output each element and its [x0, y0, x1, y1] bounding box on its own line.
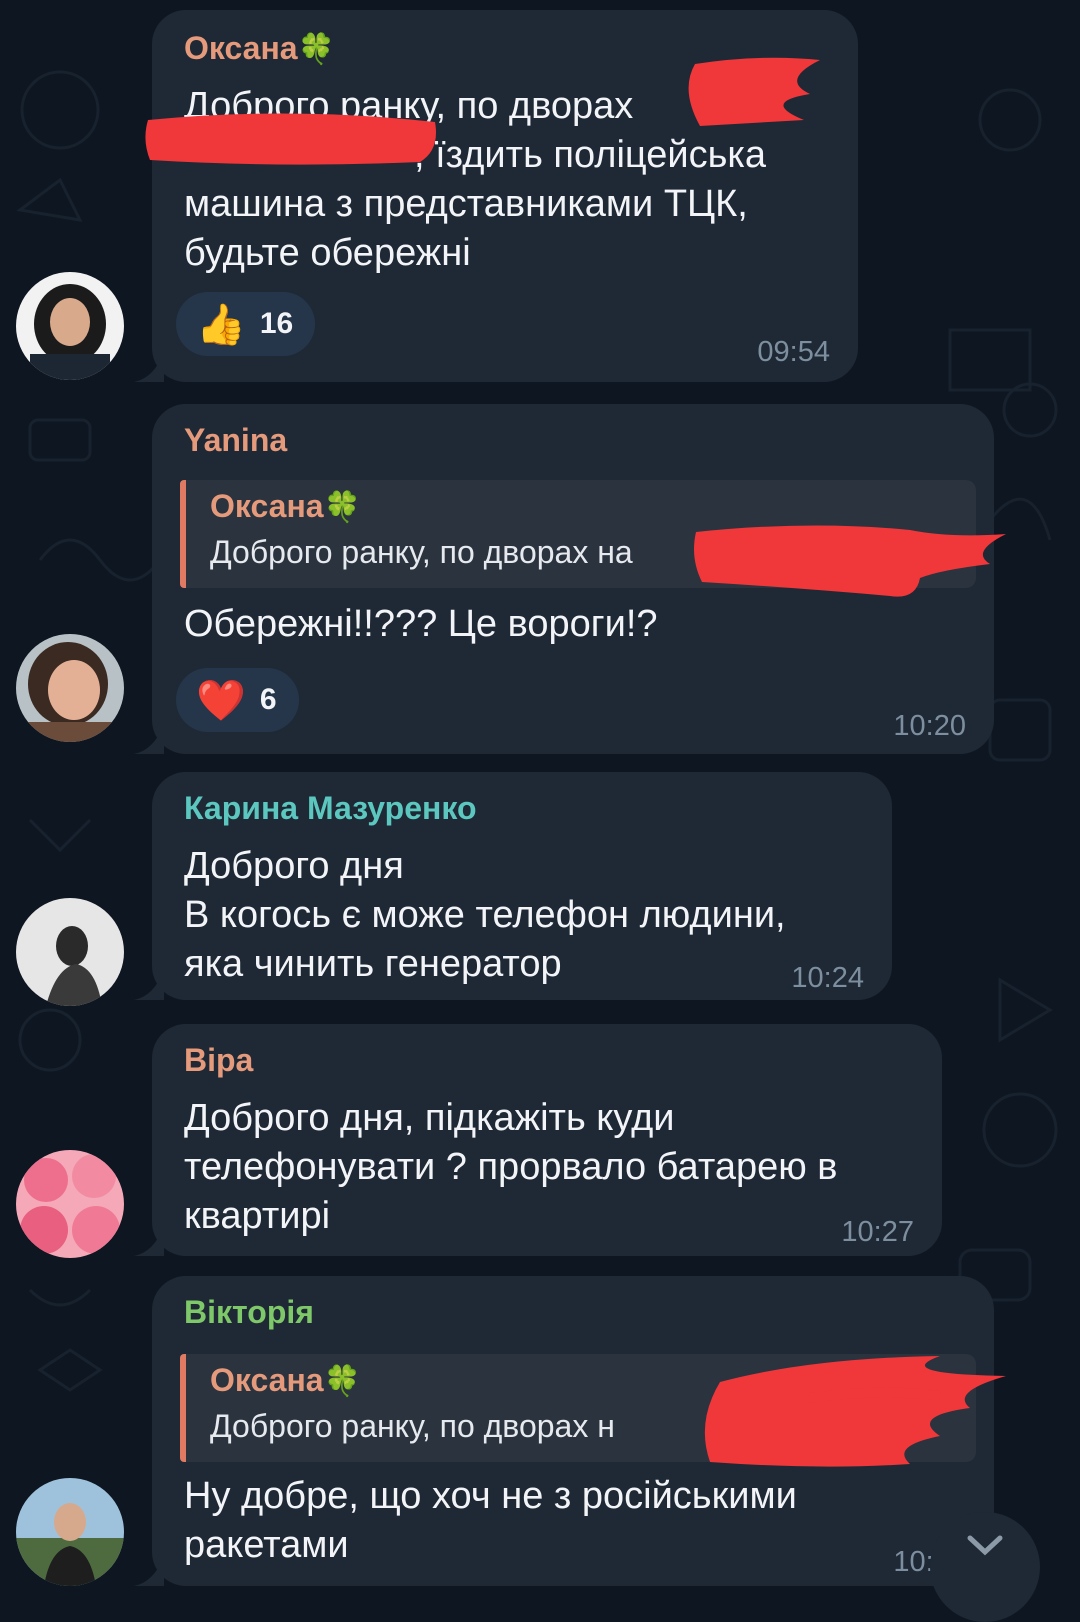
text-line: квартирі — [184, 1195, 331, 1237]
avatar[interactable] — [16, 1478, 124, 1586]
bubble-tail — [134, 724, 164, 754]
reply-author-name: Оксана — [210, 488, 324, 524]
message-author[interactable]: Вікторія — [184, 1294, 314, 1331]
avatar-photo-icon — [16, 1478, 124, 1586]
avatar-photo-icon — [16, 898, 124, 1006]
heart-icon: ❤️ — [196, 678, 246, 723]
message-text: Доброго дня, підкажіть куди телефонувати… — [184, 1094, 837, 1241]
text-line: будьте обережні — [184, 232, 471, 274]
clover-icon: 🍀 — [323, 1365, 361, 1398]
text-line: Доброго дня — [184, 845, 404, 887]
avatar[interactable] — [16, 898, 124, 1006]
reaction-heart[interactable]: ❤️ 6 — [176, 668, 299, 732]
message-bubble[interactable]: Карина Мазуренко Доброго дня В когось є … — [134, 772, 892, 1000]
reply-text: Доброго ранку, по дворах н — [210, 1408, 615, 1444]
redaction-mark — [704, 1356, 1006, 1467]
message-author[interactable]: Карина Мазуренко — [184, 790, 476, 827]
reaction-count: 16 — [259, 307, 294, 340]
redaction-mark — [694, 525, 1006, 597]
message-time: 10:24 — [791, 962, 864, 994]
avatar-photo-icon — [16, 1150, 124, 1258]
reaction-count: 6 — [259, 683, 277, 716]
reaction-thumbs-up[interactable]: 👍 16 — [176, 292, 316, 356]
thumbs-up-icon: 👍 — [196, 302, 246, 347]
message-author[interactable]: Віра — [184, 1042, 253, 1079]
chevron-down-icon — [967, 1535, 1003, 1556]
avatar[interactable] — [16, 1150, 124, 1258]
text-line: машина з представниками ТЦК, — [184, 183, 748, 225]
scroll-down-button[interactable] — [930, 1512, 1040, 1622]
bubble-tail — [134, 352, 164, 382]
clover-icon: 🍀 — [323, 491, 361, 524]
text-line: В когось є може телефон людини, — [184, 894, 786, 936]
reply-author: Оксана🍀 — [210, 488, 361, 525]
avatar-photo-icon — [16, 272, 124, 380]
message-author[interactable]: Yanina — [184, 422, 287, 459]
text-line: Доброго дня, підкажіть куди — [184, 1097, 675, 1139]
bubble-tail — [134, 970, 164, 1000]
reply-author: Оксана🍀 — [210, 1362, 361, 1399]
message-time: 09:54 — [757, 336, 830, 368]
redaction-mark — [145, 57, 820, 165]
avatar[interactable] — [16, 272, 124, 380]
message-time: 10:20 — [893, 710, 966, 742]
message-bubble[interactable]: Віра Доброго дня, підкажіть куди телефон… — [134, 1024, 942, 1256]
message-time: 10:27 — [841, 1216, 914, 1248]
bubble-tail — [134, 1556, 164, 1586]
text-line: Обережні!!??? Це вороги!? — [184, 603, 658, 645]
bubble-tail — [134, 1226, 164, 1256]
reply-author-name: Оксана — [210, 1362, 324, 1398]
reply-text: Доброго ранку, по дворах на — [210, 534, 633, 570]
message-text: Доброго дня В когось є може телефон люди… — [184, 842, 786, 989]
message-text: Обережні!!??? Це вороги!? — [184, 600, 658, 649]
text-line: телефонувати ? прорвало батарею в — [184, 1146, 838, 1188]
avatar[interactable] — [16, 634, 124, 742]
text-line: ракетами — [184, 1524, 349, 1566]
avatar-photo-icon — [16, 634, 124, 742]
text-line: яка чинить генератор — [184, 943, 562, 985]
